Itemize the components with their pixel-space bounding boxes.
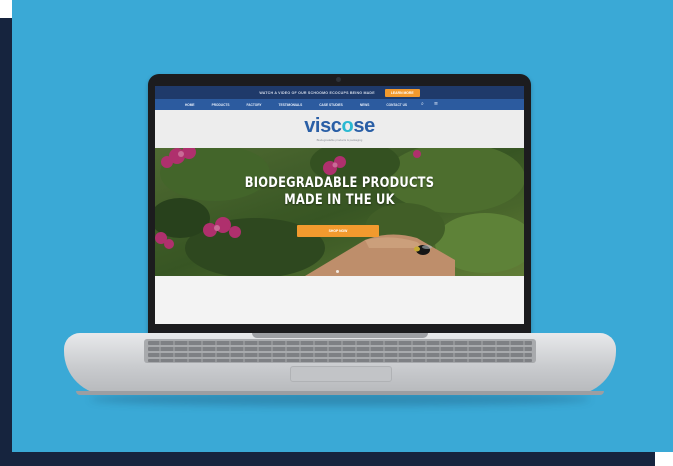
page-below-fold [155, 276, 524, 324]
base-front-edge [76, 391, 604, 395]
site-logo[interactable]: viscose [304, 116, 375, 136]
camera-icon [336, 77, 341, 82]
laptop-hinge [252, 333, 428, 338]
nav-item-products[interactable]: PRODUCTS [212, 103, 230, 107]
hero-banner: BIODEGRADABLE PRODUCTS MADE IN THE UK SH… [155, 148, 524, 276]
nav-item-case-studies[interactable]: CASE STUDIES [319, 103, 343, 107]
promo-bar: WATCH A VIDEO OF OUR SCHOOMO ECOCUPS BEI… [155, 86, 524, 99]
logo-accent-letter: o [341, 115, 354, 137]
carousel-dot[interactable] [336, 270, 339, 273]
nav-item-news[interactable]: NEWS [360, 103, 370, 107]
trackpad [290, 366, 392, 382]
nav-item-factory[interactable]: FACTORY [246, 103, 261, 107]
hero-title-line2: MADE IN THE UK [284, 192, 395, 208]
hero-cta-button[interactable]: SHOP NOW [297, 225, 379, 237]
hero-title-line1: BIODEGRADABLE PRODUCTS [244, 175, 435, 191]
laptop-base [64, 333, 616, 395]
nav-item-contact[interactable]: CONTACT US [386, 103, 407, 107]
promo-text: WATCH A VIDEO OF OUR SCHOOMO ECOCUPS BEI… [259, 90, 375, 95]
keyboard-keys [148, 341, 532, 362]
laptop-lid: WATCH A VIDEO OF OUR SCHOOMO ECOCUPS BEI… [146, 74, 533, 339]
keyboard [144, 339, 536, 363]
logo-text-1: visc [304, 115, 342, 137]
laptop-screen: WATCH A VIDEO OF OUR SCHOOMO ECOCUPS BEI… [155, 86, 524, 324]
promo-button[interactable]: LEARN MORE [384, 88, 420, 97]
hero-photo [155, 148, 524, 276]
search-icon[interactable]: ⌕ [421, 102, 424, 107]
menu-icon[interactable]: ≡ [434, 102, 438, 107]
nav-item-home[interactable]: HOME [185, 103, 195, 107]
logo-tagline: Biodegradable products & packaging [316, 138, 363, 142]
main-nav: HOME PRODUCTS FACTORY TESTIMONIALS CASE … [155, 99, 524, 110]
logo-text-2: se [353, 115, 375, 137]
nav-item-testimonials[interactable]: TESTIMONIALS [279, 103, 303, 107]
logo-band: viscose Biodegradable products & packagi… [155, 110, 524, 148]
